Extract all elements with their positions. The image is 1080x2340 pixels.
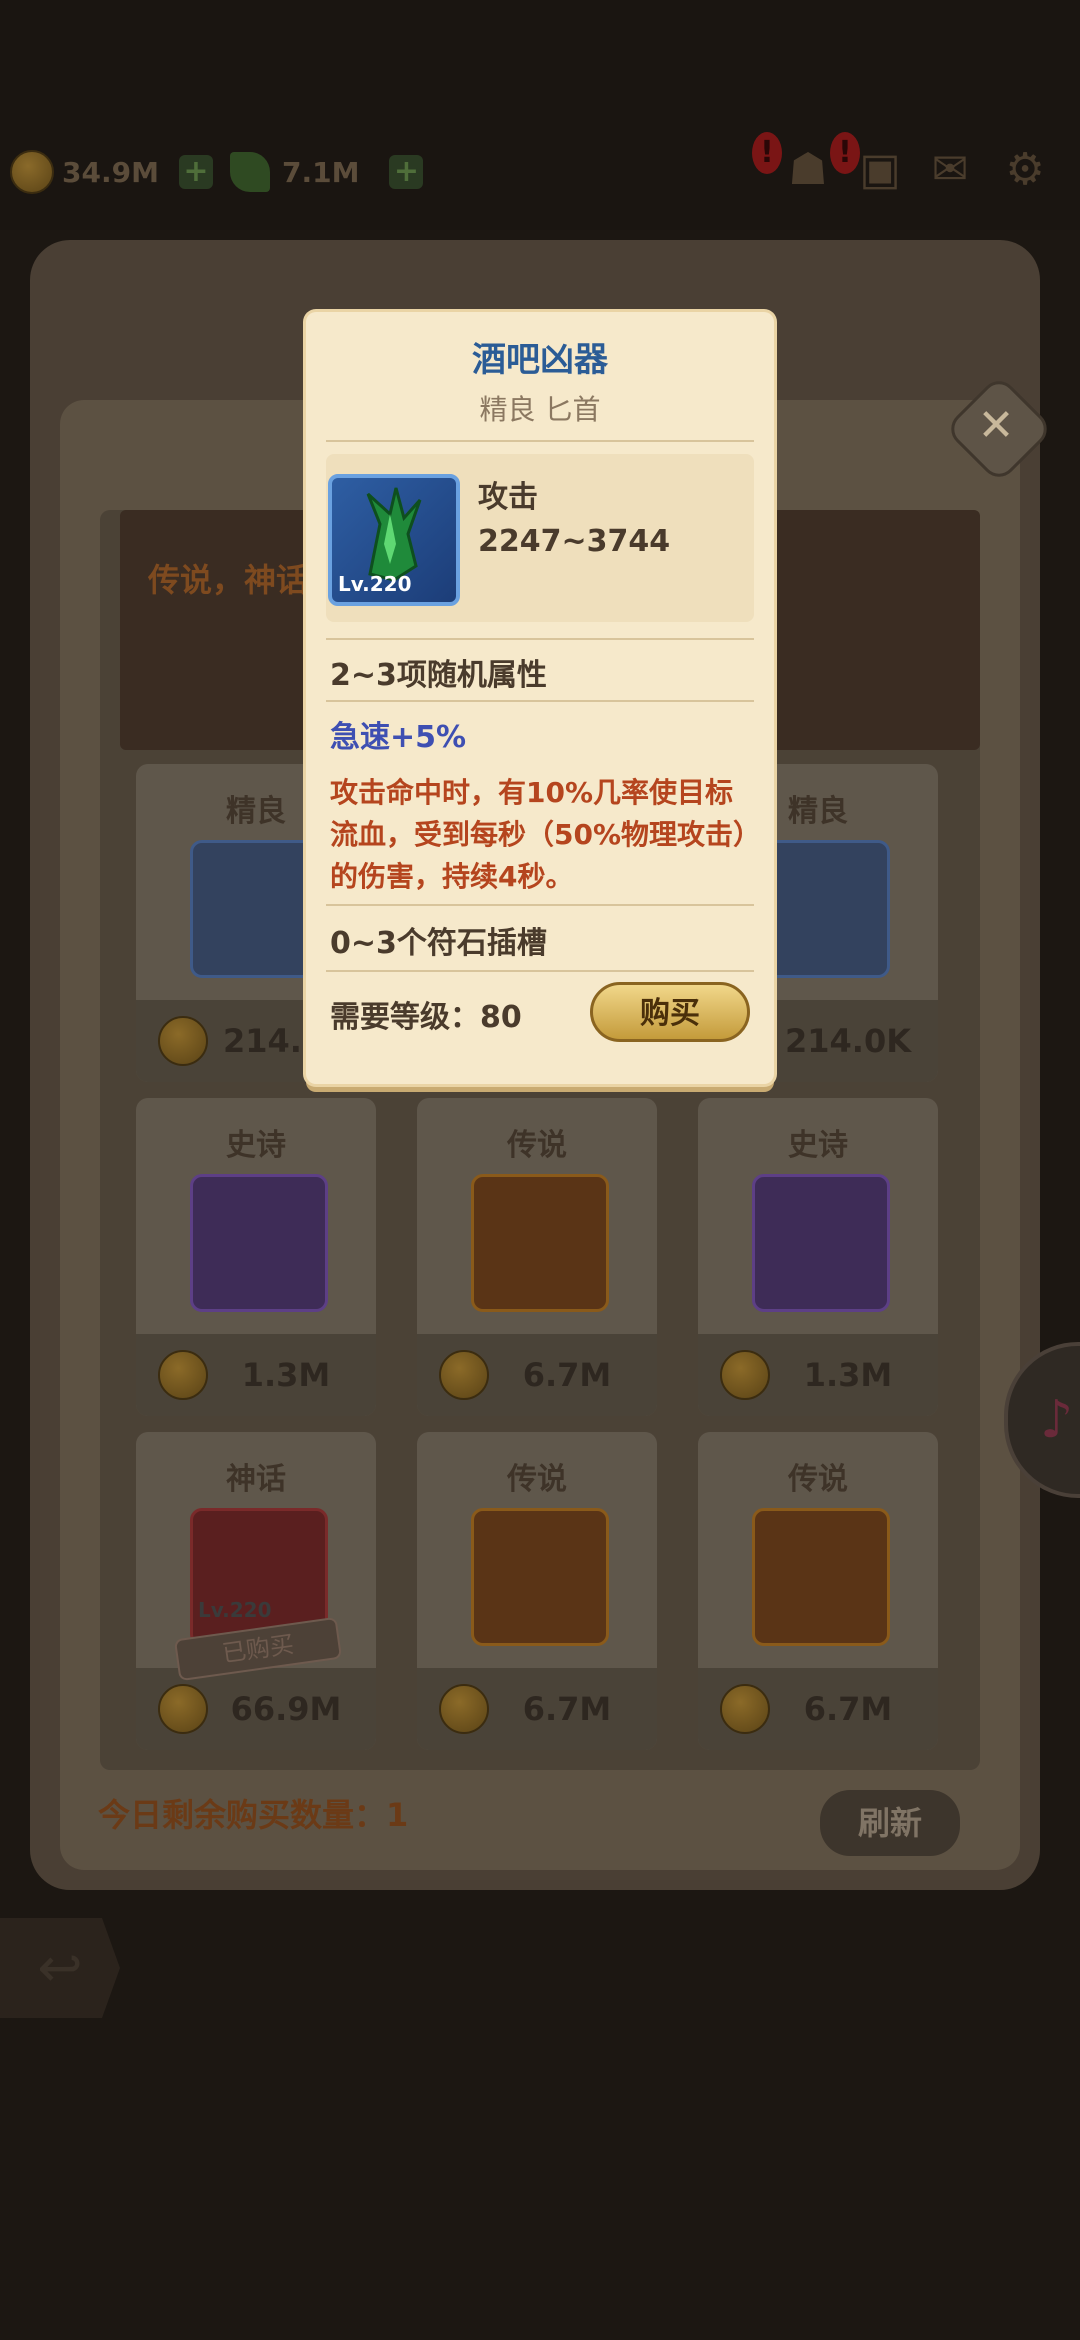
add-gold-button[interactable]: + [178,155,213,189]
gold-coin-icon [720,1684,770,1734]
random-attributes: 2~3项随机属性 [330,658,547,693]
shop-card[interactable]: 传说 6.7M [417,1098,657,1416]
gold-resource: 34.9M + [10,150,213,194]
shop-card[interactable]: 史诗 1.3M [136,1098,376,1416]
stat-name: 攻击 [478,480,538,515]
divider [326,440,754,442]
gem-resource: 7.1M + [230,150,424,194]
mail-icon[interactable]: ✉ [920,140,980,200]
card-rarity: 传说 [788,1462,848,1497]
item-type: 精良 匕首 [479,393,601,426]
gold-coin-icon [10,150,54,194]
green-crystal-dagger-icon [366,487,422,582]
gold-amount: 34.9M [62,155,159,189]
shop-card[interactable]: 传说 6.7M [698,1432,938,1750]
iron-helm-icon [752,1508,890,1646]
buy-button[interactable]: 购买 [590,982,750,1042]
card-rarity: 传说 [507,1128,567,1163]
remaining-purchases: 今日剩余购买数量：1 [98,1796,409,1834]
gear-icon[interactable]: ⚙ [995,140,1055,200]
card-price: 1.3M [241,1356,331,1394]
gem-amount: 7.1M [282,155,360,189]
gem-leaf-icon [230,152,270,192]
divider [326,970,754,972]
shop-card[interactable]: 史诗 1.3M [698,1098,938,1416]
shop-card[interactable]: 神话 Lv.220 已购买 66.9M [136,1432,376,1750]
bonus-attribute: 急速+5% [330,720,467,755]
banner-text: 传说，神话 [148,561,309,599]
gold-coin-icon [720,1350,770,1400]
refresh-button[interactable]: 刷新 [820,1790,960,1856]
item-level: Lv.220 [198,1598,272,1622]
sword-icon [190,1174,328,1312]
card-price: 66.9M [230,1690,342,1728]
chat-icon[interactable]: ▣ [850,140,910,200]
back-button[interactable]: ↩ [0,1918,120,2018]
card-price: 6.7M [522,1690,612,1728]
gold-coin-icon [158,1684,208,1734]
gold-coin-icon [439,1684,489,1734]
card-price: 214.0K [784,1022,911,1060]
card-rarity: 传说 [507,1462,567,1497]
card-price: 6.7M [522,1356,612,1394]
top-bar [0,0,1080,230]
card-price: 1.3M [803,1356,893,1394]
gold-coin-icon [439,1350,489,1400]
shop-card[interactable]: 传说 6.7M [417,1432,657,1750]
card-rarity: 史诗 [226,1128,286,1163]
item-level: Lv.220 [338,572,412,596]
tome-icon [752,1174,890,1312]
broadsword-icon [471,1508,609,1646]
item-name: 酒吧凶器 [472,340,608,380]
pendant-icon [471,1174,609,1312]
card-rarity: 史诗 [788,1128,848,1163]
level-requirement: 需要等级：80 [330,1000,522,1035]
close-icon[interactable]: ✕ [960,390,1032,462]
helmet-icon[interactable]: ☗ [778,140,838,200]
divider [326,904,754,906]
card-price: 6.7M [803,1690,893,1728]
add-gem-button[interactable]: + [389,155,424,189]
divider [326,638,754,640]
gold-coin-icon [158,1350,208,1400]
stat-value: 2247~3744 [478,524,671,559]
card-rarity: 神话 [226,1462,286,1497]
music-note-icon: ♪ [1040,1390,1074,1450]
effect-description: 攻击命中时，有10%几率使目标流血，受到每秒（50%物理攻击）的伤害，持续4秒。 [330,776,748,893]
gold-coin-icon [158,1016,208,1066]
divider [326,700,754,702]
rune-sockets: 0~3个符石插槽 [330,926,547,961]
